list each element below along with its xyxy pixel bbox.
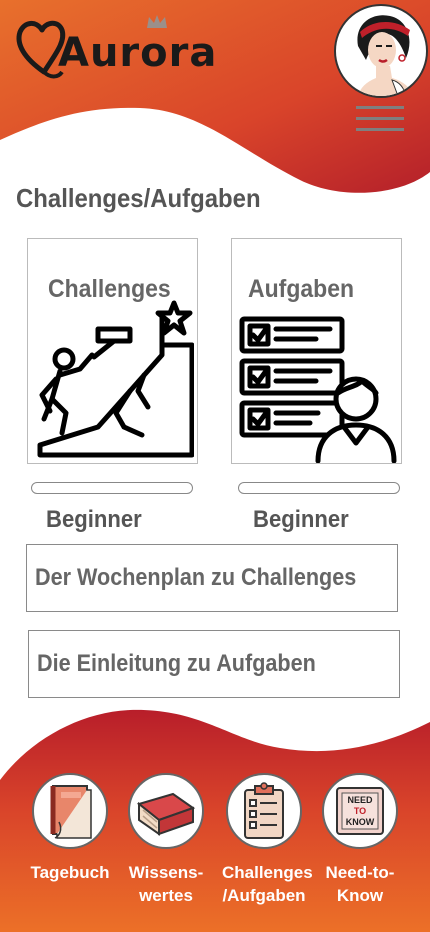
svg-text:NEED: NEED bbox=[347, 795, 373, 805]
nav-need-to-know-label: Need-to- Know bbox=[325, 863, 395, 905]
aufgaben-progress-bar bbox=[238, 482, 400, 494]
intro-button[interactable]: Die Einleitung zu Aufgaben bbox=[28, 630, 400, 698]
menu-line bbox=[356, 106, 404, 109]
aurora-logo: Aurora bbox=[14, 12, 216, 84]
climbing-to-goal-icon bbox=[37, 300, 194, 458]
svg-text:TO: TO bbox=[354, 806, 366, 816]
nav-tagebuch[interactable]: Tagebuch bbox=[28, 773, 112, 884]
aufgaben-card[interactable]: Aufgaben bbox=[231, 238, 402, 464]
woman-portrait-icon bbox=[357, 15, 414, 96]
nav-challenges-aufgaben-label: Challenges /Aufgaben bbox=[222, 863, 313, 905]
nav-challenges-aufgaben-circle bbox=[226, 773, 302, 849]
diary-book-icon bbox=[50, 785, 92, 839]
challenges-card[interactable]: Challenges bbox=[27, 238, 198, 464]
nav-wissenswertes[interactable]: Wissens- wertes bbox=[124, 773, 208, 907]
menu-line bbox=[356, 117, 404, 120]
page-title: Challenges/Aufgaben bbox=[16, 183, 261, 213]
nav-need-to-know-circle: NEED TO KNOW bbox=[322, 773, 398, 849]
nav-challenges-aufgaben[interactable]: Challenges /Aufgaben bbox=[222, 773, 313, 907]
weekly-plan-button[interactable]: Der Wochenplan zu Challenges bbox=[26, 544, 398, 612]
nav-tagebuch-circle bbox=[32, 773, 108, 849]
hamburger-menu-icon[interactable] bbox=[356, 106, 404, 134]
challenges-level: Beginner bbox=[46, 506, 142, 533]
app-name: Aurora bbox=[58, 30, 218, 76]
nav-need-to-know[interactable]: NEED TO KNOW Need-to- Know bbox=[318, 773, 402, 907]
need-to-know-sign-icon: NEED TO KNOW bbox=[336, 787, 384, 835]
menu-line bbox=[356, 128, 404, 131]
nav-tagebuch-label: Tagebuch bbox=[30, 863, 110, 882]
crown-icon bbox=[147, 15, 167, 28]
books-icon bbox=[136, 792, 196, 836]
intro-label: Die Einleitung zu Aufgaben bbox=[37, 650, 316, 677]
aufgaben-card-title: Aufgaben bbox=[248, 275, 355, 303]
nav-wissenswertes-label: Wissens- wertes bbox=[128, 863, 204, 905]
user-avatar[interactable] bbox=[334, 4, 428, 98]
challenges-progress-bar bbox=[31, 482, 193, 494]
aufgaben-level: Beginner bbox=[253, 506, 349, 533]
weekly-plan-label: Der Wochenplan zu Challenges bbox=[35, 564, 357, 591]
nav-wissenswertes-circle bbox=[128, 773, 204, 849]
clipboard-icon bbox=[244, 782, 284, 839]
svg-text:KNOW: KNOW bbox=[346, 817, 375, 827]
task-checklist-icon bbox=[239, 316, 397, 463]
